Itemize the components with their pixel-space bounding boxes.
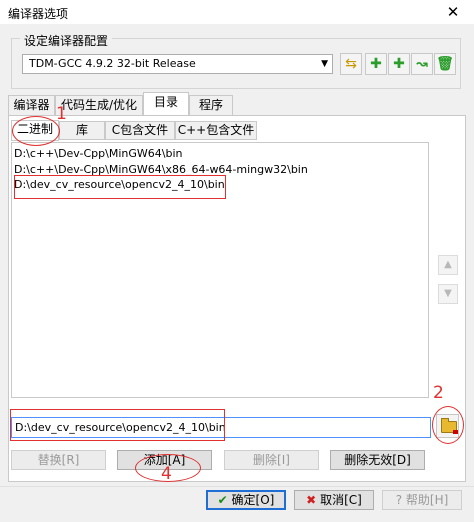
move-up-button[interactable]: ▲ — [438, 255, 458, 275]
title-bar — [0, 0, 474, 24]
rename-config-icon: ↝ — [416, 56, 428, 72]
compiler-config-value: TDM-GCC 4.9.2 32-bit Release — [29, 57, 196, 70]
close-button[interactable]: ✕ — [440, 3, 466, 21]
annotation-number-4: 4 — [161, 464, 172, 484]
annotation-ellipse-2 — [432, 406, 464, 444]
subtab-c-includes[interactable]: C包含文件 — [105, 121, 175, 140]
delete-config-button[interactable]: 🗑 — [434, 53, 456, 75]
compiler-config-select[interactable]: TDM-GCC 4.9.2 32-bit Release ▼ — [22, 54, 333, 74]
tab-programs[interactable]: 程序 — [189, 95, 233, 115]
window-title: 编译器选项 — [8, 7, 69, 21]
subtab-cpp-includes[interactable]: C++包含文件 — [175, 121, 257, 140]
add-config-button[interactable]: ✚ — [365, 53, 387, 75]
add-config-button-2[interactable]: ✚ — [388, 53, 410, 75]
delete-config-icon: 🗑 — [436, 56, 454, 72]
add-config-icon: ✚ — [370, 56, 382, 72]
arrow-up-icon: ▲ — [444, 259, 452, 270]
compiler-config-label: 设定编译器配置 — [20, 32, 113, 49]
copy-config-icon: ⇆ — [345, 56, 357, 72]
delete-button[interactable]: 删除[I] — [224, 450, 319, 470]
ok-button[interactable]: ✔ 确定[O] — [206, 490, 286, 510]
annotation-ellipse-1 — [12, 116, 60, 146]
rename-config-button[interactable]: ↝ — [411, 53, 433, 75]
help-button[interactable]: ? 帮助[H] — [382, 490, 462, 510]
annotation-number-2: 2 — [433, 383, 444, 403]
add-config-icon: ✚ — [393, 56, 405, 72]
delete-invalid-button[interactable]: 删除无效[D] — [330, 450, 425, 470]
annotation-box-input — [10, 409, 225, 441]
list-item[interactable]: D:\c++\Dev-Cpp\MinGW64\bin — [14, 146, 182, 161]
ok-label: 确定[O] — [231, 493, 275, 507]
replace-button[interactable]: 替换[R] — [11, 450, 106, 470]
move-down-button[interactable]: ▼ — [438, 284, 458, 304]
chevron-down-icon: ▼ — [321, 59, 328, 69]
tab-directories[interactable]: 目录 — [143, 92, 189, 115]
close-icon: ✕ — [446, 3, 460, 21]
cancel-button[interactable]: ✖ 取消[C] — [294, 490, 374, 510]
annotation-number-1: 1 — [56, 104, 67, 124]
copy-config-button[interactable]: ⇆ — [340, 53, 362, 75]
check-icon: ✔ — [217, 493, 228, 507]
cancel-label: 取消[C] — [320, 493, 362, 507]
arrow-down-icon: ▼ — [444, 288, 452, 299]
help-label: 帮助[H] — [405, 493, 449, 507]
annotation-box-3 — [14, 175, 226, 199]
tab-codegen[interactable]: 代码生成/优化 — [55, 95, 143, 115]
help-icon: ? — [395, 493, 403, 507]
tab-compiler[interactable]: 编译器 — [8, 95, 55, 115]
footer-divider — [0, 486, 474, 487]
cancel-icon: ✖ — [306, 493, 317, 507]
